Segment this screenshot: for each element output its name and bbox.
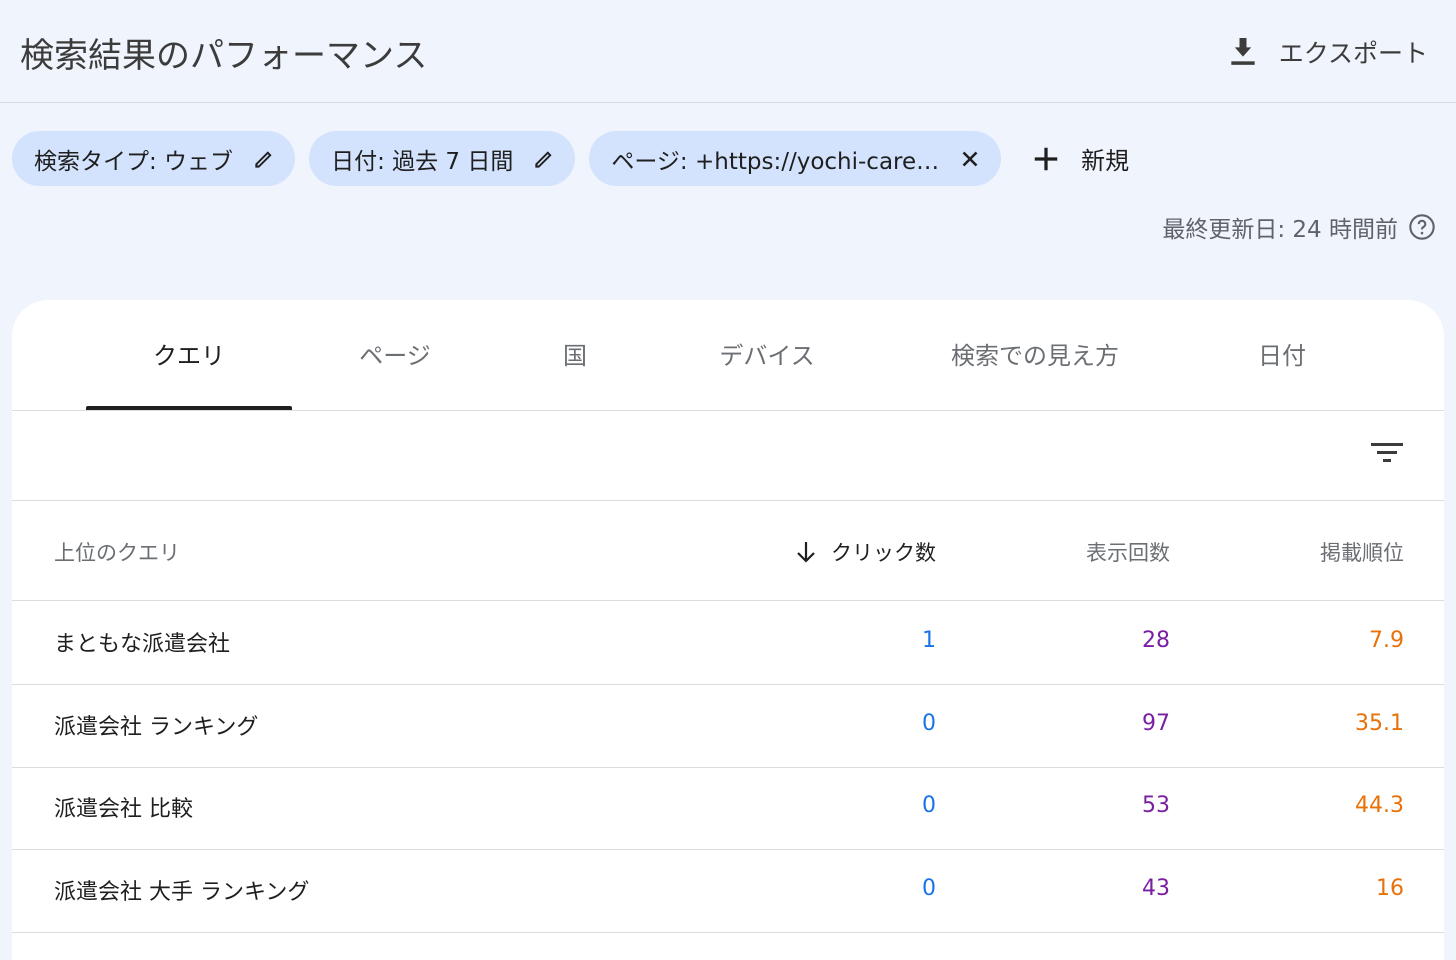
- query-cell: 派遣会社 大手 ランキング: [54, 880, 310, 905]
- impressions-cell: 97: [1142, 711, 1170, 736]
- column-header-clicks[interactable]: クリック数: [795, 537, 936, 567]
- last-updated: 最終更新日: 24 時間前: [1162, 210, 1436, 244]
- position-cell: 35.1: [1355, 711, 1404, 736]
- impressions-cell: 28: [1142, 628, 1170, 653]
- close-icon[interactable]: [957, 146, 983, 172]
- table-row[interactable]: 派遣会社 比較 0 53 44.3: [12, 767, 1444, 850]
- position-cell: 7.9: [1369, 628, 1404, 653]
- export-button[interactable]: エクスポート: [1229, 32, 1428, 72]
- query-cell: まともな派遣会社: [54, 632, 231, 657]
- table-row[interactable]: まともな派遣会社 1 28 7.9: [12, 602, 1444, 685]
- arrow-down-icon: [797, 542, 815, 563]
- position-cell: 16: [1376, 876, 1404, 901]
- table-row[interactable]: 派遣会社 ランキング 0 97 35.1: [12, 685, 1444, 768]
- column-header-position[interactable]: 掲載順位: [1320, 537, 1404, 567]
- filter-chip-date[interactable]: 日付: 過去 7 日間: [309, 131, 576, 186]
- query-cell: 派遣会社 ランキング: [54, 715, 259, 740]
- clicks-cell: 0: [922, 711, 936, 736]
- edit-icon[interactable]: [531, 146, 557, 172]
- export-label: エクスポート: [1278, 39, 1428, 68]
- impressions-cell: 53: [1142, 793, 1170, 818]
- clicks-cell: 1: [922, 628, 936, 653]
- results-card: クエリ ページ 国 デバイス 検索での見え方 日付 上位のクエリ クリック数 表…: [12, 300, 1444, 960]
- new-filter-label: 新規: [1081, 147, 1130, 175]
- tab-bar: クエリ ページ 国 デバイス 検索での見え方 日付: [12, 300, 1444, 411]
- tab-queries[interactable]: クエリ: [86, 336, 292, 376]
- tab-dates[interactable]: 日付: [1222, 336, 1342, 376]
- active-tab-indicator: [86, 406, 292, 410]
- column-header-clicks-label: クリック数: [831, 541, 936, 565]
- new-filter-button[interactable]: 新規: [1031, 141, 1129, 176]
- chip-label: ページ: +https://yochi-care…: [611, 148, 940, 175]
- tab-devices[interactable]: デバイス: [692, 336, 842, 376]
- clicks-cell: 0: [922, 876, 936, 901]
- page-header: 検索結果のパフォーマンス エクスポート: [0, 0, 1456, 103]
- last-updated-text: 最終更新日: 24 時間前: [1162, 217, 1398, 243]
- plus-icon: [1034, 147, 1058, 170]
- tab-pages[interactable]: ページ: [312, 336, 478, 376]
- download-icon: [1231, 38, 1255, 65]
- tab-countries[interactable]: 国: [522, 336, 628, 376]
- tab-search-appearance[interactable]: 検索での見え方: [912, 336, 1158, 376]
- position-cell: 44.3: [1355, 793, 1404, 818]
- page-title: 検索結果のパフォーマンス: [20, 36, 428, 76]
- chip-label: 日付: 過去 7 日間: [331, 148, 514, 175]
- filter-chip-search-type[interactable]: 検索タイプ: ウェブ: [12, 131, 296, 186]
- table-row[interactable]: 派遣会社 大手 ランキング 0 43 16: [12, 850, 1444, 933]
- clicks-cell: 0: [922, 793, 936, 818]
- column-header-impressions[interactable]: 表示回数: [1086, 537, 1170, 567]
- edit-icon[interactable]: [251, 146, 277, 172]
- impressions-cell: 43: [1142, 876, 1170, 901]
- table-toolbar: [12, 411, 1444, 501]
- filter-list-icon[interactable]: [1370, 437, 1404, 467]
- column-header-query[interactable]: 上位のクエリ: [54, 537, 180, 567]
- chip-label: 検索タイプ: ウェブ: [34, 148, 234, 175]
- filter-chip-bar: 検索タイプ: ウェブ 日付: 過去 7 日間 ページ: +https://yoc…: [12, 131, 1129, 186]
- filter-chip-page[interactable]: ページ: +https://yochi-care…: [589, 131, 1002, 186]
- help-icon[interactable]: [1408, 213, 1436, 241]
- table-header: 上位のクエリ クリック数 表示回数 掲載順位: [12, 501, 1444, 601]
- query-cell: 派遣会社 比較: [54, 797, 193, 822]
